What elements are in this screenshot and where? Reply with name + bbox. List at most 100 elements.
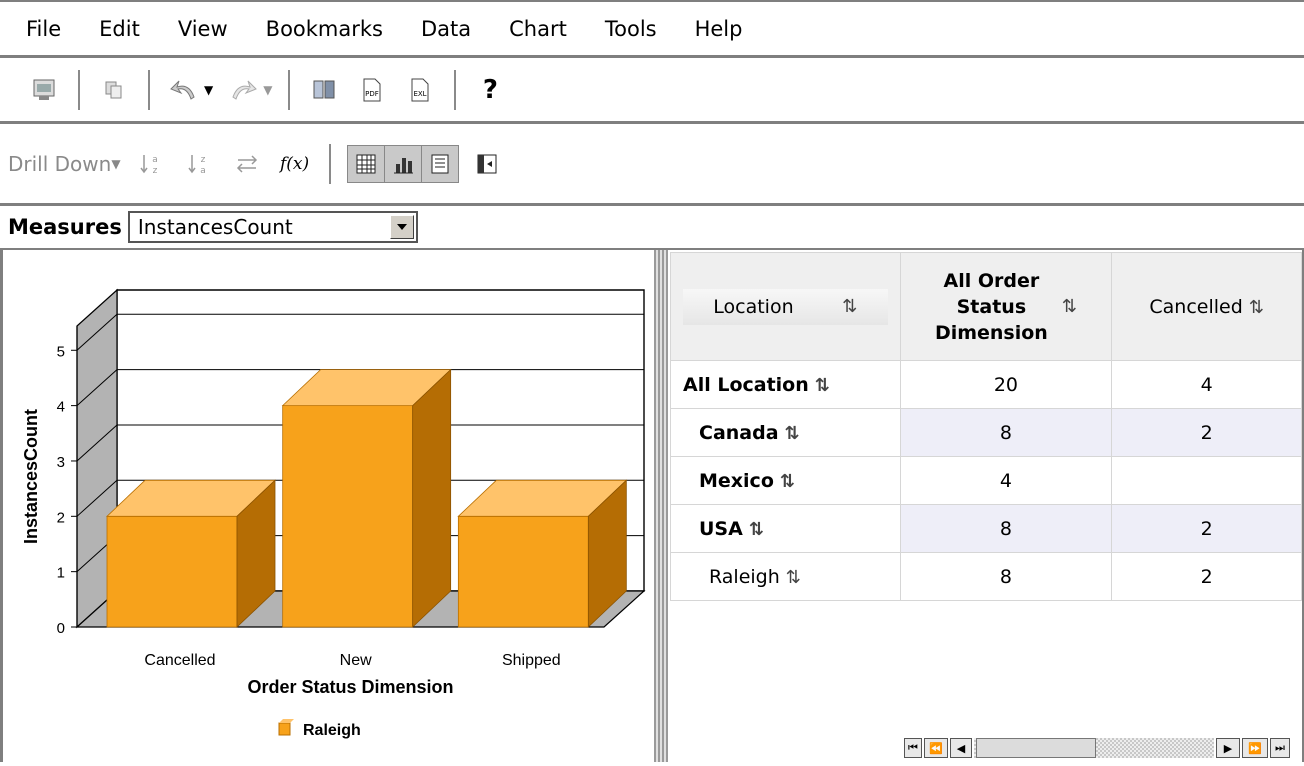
sort-ascending-icon[interactable]: az bbox=[133, 146, 169, 182]
y-tick-label: 0 bbox=[57, 620, 65, 637]
row-header-canada[interactable]: Canada ⇅ bbox=[670, 408, 901, 457]
menu-edit[interactable]: Edit bbox=[99, 17, 140, 41]
x-tick-label: Shipped bbox=[502, 652, 561, 669]
column-header-location-label: Location bbox=[713, 295, 794, 318]
menu-bookmarks[interactable]: Bookmarks bbox=[266, 17, 383, 41]
measures-bar: Measures InstancesCount bbox=[0, 206, 1304, 250]
row-header-raleigh[interactable]: Raleigh ⇅ bbox=[670, 552, 901, 601]
table-row: All Location ⇅ 20 4 bbox=[670, 360, 1302, 409]
drill-down-button[interactable]: Drill Down bbox=[8, 152, 111, 176]
measures-label: Measures bbox=[8, 215, 122, 239]
column-header-location[interactable]: Location ⇅ bbox=[670, 252, 901, 361]
chevron-down-icon[interactable] bbox=[389, 215, 414, 239]
bar bbox=[282, 405, 414, 628]
menu-help[interactable]: Help bbox=[695, 17, 743, 41]
horizontal-scrollbar[interactable]: ⏮ ⏪ ◀ ▶ ⏩ ⏭ bbox=[904, 738, 1302, 760]
redo-icon[interactable] bbox=[225, 72, 261, 108]
sort-icon[interactable]: ⇅ bbox=[780, 471, 795, 492]
column-header-cancelled-label: Cancelled bbox=[1149, 295, 1243, 318]
detail-view-icon[interactable] bbox=[421, 145, 458, 182]
row-header-all-location[interactable]: All Location ⇅ bbox=[670, 360, 901, 409]
menu-chart[interactable]: Chart bbox=[509, 17, 567, 41]
y-tick-label: 2 bbox=[57, 509, 65, 526]
table-header-row: Location ⇅ All Order Status Dimension ⇅ … bbox=[670, 252, 1302, 361]
svg-text:EXL: EXL bbox=[414, 90, 427, 98]
toolbar-separator bbox=[454, 69, 457, 110]
formula-icon[interactable]: f(x) bbox=[277, 146, 313, 182]
scroll-left-icon[interactable]: ◀ bbox=[950, 738, 972, 758]
row-header-mexico[interactable]: Mexico ⇅ bbox=[670, 456, 901, 505]
legend-label: Raleigh bbox=[303, 722, 361, 739]
export-excel-icon[interactable]: EXL bbox=[402, 72, 438, 108]
table-cell: 4 bbox=[899, 456, 1113, 505]
bar-chart: 0 1 2 3 4 5 Cancelled New Shipped Order Status Di… bbox=[21, 288, 646, 739]
menu-data[interactable]: Data bbox=[421, 17, 471, 41]
pane-splitter[interactable] bbox=[654, 250, 668, 762]
copy-icon[interactable] bbox=[96, 72, 132, 108]
toolbar-separator bbox=[148, 69, 150, 110]
menu-tools[interactable]: Tools bbox=[605, 17, 657, 41]
legend-swatch bbox=[278, 722, 291, 736]
toolbar-separator bbox=[288, 69, 291, 110]
redo-dropdown-icon[interactable]: ▼ bbox=[263, 83, 272, 97]
toolbar-separator bbox=[78, 69, 80, 110]
scroll-thumb[interactable] bbox=[976, 738, 1096, 758]
scroll-page-left-icon[interactable]: ⏪ bbox=[924, 738, 948, 758]
table-cell: 8 bbox=[899, 504, 1113, 553]
column-header-all-order-status[interactable]: All Order Status Dimension ⇅ bbox=[899, 252, 1113, 361]
help-icon[interactable]: ? bbox=[472, 72, 508, 108]
scroll-last-icon[interactable]: ⏭ bbox=[1270, 738, 1290, 758]
chart-view-icon[interactable] bbox=[384, 145, 422, 182]
menu-bar: File Edit View Bookmarks Data Chart Tool… bbox=[0, 0, 1304, 58]
sort-icon[interactable]: ⇅ bbox=[842, 296, 857, 317]
x-axis-title: Order Status Dimension bbox=[247, 677, 453, 697]
swap-axes-icon[interactable] bbox=[229, 146, 265, 182]
svg-text:z: z bbox=[200, 155, 205, 165]
sort-descending-icon[interactable]: za bbox=[181, 146, 217, 182]
sort-icon[interactable]: ⇅ bbox=[1062, 294, 1077, 320]
y-tick-label: 5 bbox=[57, 343, 65, 360]
undo-icon[interactable] bbox=[166, 72, 202, 108]
menu-view[interactable]: View bbox=[178, 17, 228, 41]
sort-icon[interactable]: ⇅ bbox=[785, 423, 800, 444]
toolbar-separator bbox=[328, 143, 331, 184]
table-row: USA ⇅ 8 2 bbox=[670, 504, 1302, 553]
table-cell: 8 bbox=[899, 408, 1113, 457]
row-header-usa[interactable]: USA ⇅ bbox=[670, 504, 901, 553]
scroll-page-right-icon[interactable]: ⏩ bbox=[1242, 738, 1268, 758]
sort-icon[interactable]: ⇅ bbox=[749, 519, 764, 540]
undo-dropdown-icon[interactable]: ▼ bbox=[204, 83, 213, 97]
menu-file[interactable]: File bbox=[26, 17, 61, 41]
table-row: Mexico ⇅ 4 bbox=[670, 456, 1302, 505]
svg-text:a: a bbox=[200, 166, 206, 176]
view-mode-group bbox=[346, 144, 459, 183]
sort-icon[interactable]: ⇅ bbox=[786, 567, 801, 588]
drill-down-dropdown-icon[interactable]: ▼ bbox=[111, 157, 120, 171]
table-row: Raleigh ⇅ 8 2 bbox=[670, 552, 1302, 601]
pivot-table: Location ⇅ All Order Status Dimension ⇅ … bbox=[670, 252, 1302, 601]
x-tick-label: Cancelled bbox=[144, 652, 215, 669]
sort-icon[interactable]: ⇅ bbox=[1249, 297, 1264, 318]
grid-view-icon[interactable] bbox=[347, 145, 385, 182]
table-cell: 2 bbox=[1111, 552, 1302, 601]
main-toolbar: ▼ ▼ PDF EXL ? bbox=[0, 58, 1304, 124]
book-icon[interactable] bbox=[306, 72, 342, 108]
scroll-first-icon[interactable]: ⏮ bbox=[904, 738, 922, 758]
export-pdf-icon[interactable]: PDF bbox=[354, 72, 390, 108]
y-tick-label: 1 bbox=[57, 565, 65, 582]
sort-icon[interactable]: ⇅ bbox=[815, 375, 830, 396]
report-icon[interactable] bbox=[26, 72, 62, 108]
scroll-right-icon[interactable]: ▶ bbox=[1216, 738, 1240, 758]
bar bbox=[106, 515, 238, 628]
analysis-toolbar: Drill Down ▼ az za f(x) bbox=[0, 124, 1304, 206]
column-header-all-label: All Order Status Dimension bbox=[934, 269, 1048, 344]
table-row: Canada ⇅ 8 2 bbox=[670, 408, 1302, 457]
measures-dropdown[interactable]: InstancesCount bbox=[127, 211, 418, 243]
grid-pane: Location ⇅ All Order Status Dimension ⇅ … bbox=[668, 250, 1302, 762]
y-tick-label: 3 bbox=[57, 454, 65, 471]
layout-icon[interactable] bbox=[469, 146, 505, 182]
table-cell: 4 bbox=[1111, 360, 1302, 409]
column-header-cancelled[interactable]: Cancelled ⇅ bbox=[1111, 252, 1302, 361]
table-cell: 8 bbox=[899, 552, 1113, 601]
bar-side bbox=[412, 368, 452, 628]
